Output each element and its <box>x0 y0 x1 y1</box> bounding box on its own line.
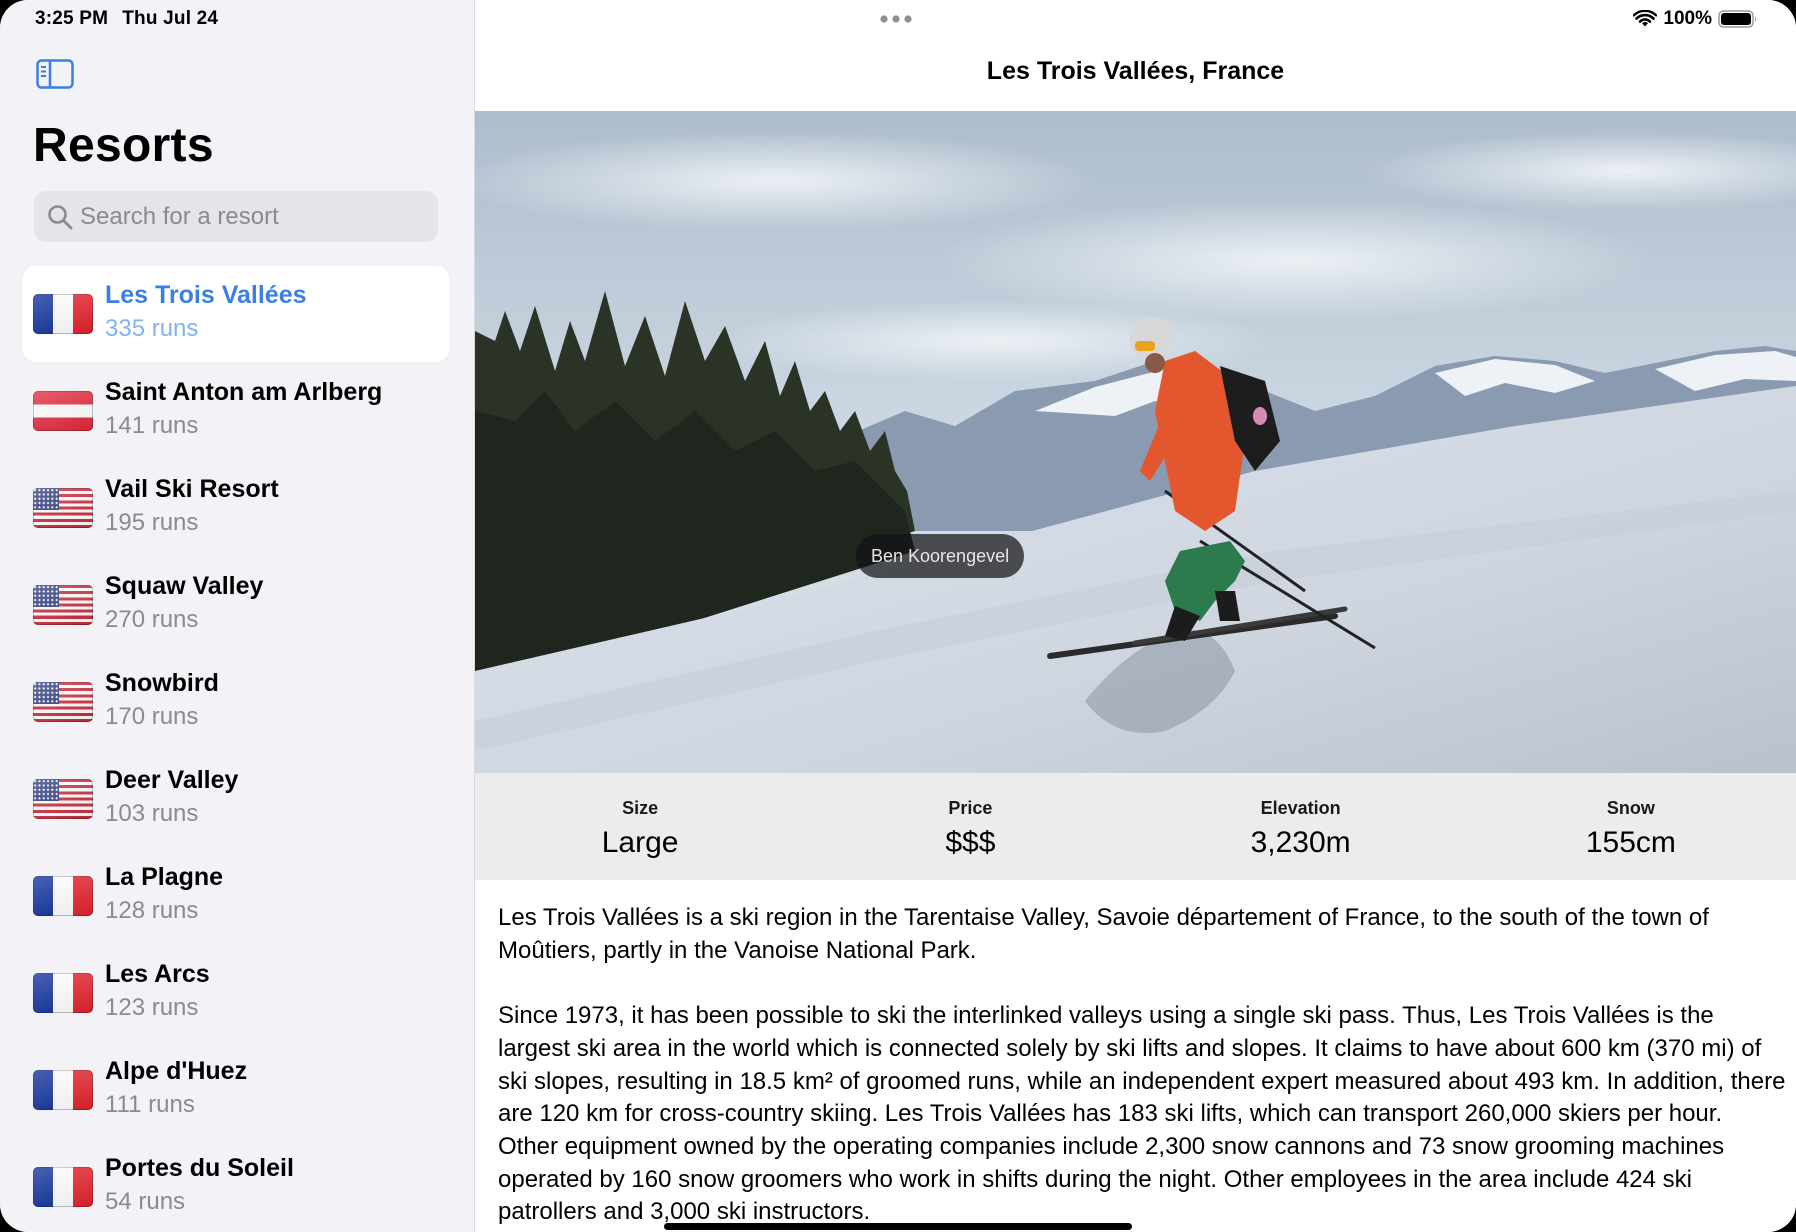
resort-runs: 128 runs <box>105 897 199 924</box>
status-time: 3:25 PM Thu Jul 24 <box>35 8 232 30</box>
resort-name: Les Arcs <box>105 960 210 988</box>
home-indicator[interactable] <box>664 1223 1132 1230</box>
battery-percentage: 100% <box>1663 8 1712 29</box>
resort-name: Alpe d'Huez <box>105 1057 248 1085</box>
stat-label: Snow <box>1606 798 1655 818</box>
resort-name: Squaw Valley <box>105 572 264 600</box>
resort-runs: 270 runs <box>105 606 199 633</box>
description-paragraph: Since 1973, it has been possible to ski … <box>498 1002 1786 1226</box>
stat-value: Large <box>601 826 679 859</box>
resort-runs: 335 runs <box>105 315 199 342</box>
resort-item-les-trois-vallees[interactable]: Les Trois Vallées 335 runs <box>0 265 474 362</box>
resort-item-snowbird[interactable]: Snowbird 170 runs <box>0 653 474 750</box>
wifi-icon <box>1633 10 1658 27</box>
search-icon <box>48 205 73 230</box>
resort-item-saint-anton[interactable]: Saint Anton am Arlberg 141 runs <box>0 362 474 459</box>
stat-label: Price <box>948 798 993 818</box>
france-flag-icon <box>33 294 93 334</box>
resort-item-portes-du-soleil[interactable]: Portes du Soleil 54 runs <box>0 1138 474 1232</box>
detail-pane: 100% Les Trois Vallées, France Ben Koore… <box>475 0 1796 1232</box>
resort-name: Snowbird <box>105 669 219 697</box>
france-flag-icon <box>33 1167 93 1207</box>
sidebar-toggle-button[interactable] <box>36 59 74 89</box>
resort-item-deer-valley[interactable]: Deer Valley 103 runs <box>0 750 474 847</box>
france-flag-icon <box>33 876 93 916</box>
france-flag-icon <box>33 973 93 1013</box>
usa-flag-icon <box>33 682 93 722</box>
ipad-screen: 3:25 PMThu Jul 24 Resorts Les T <box>0 0 1796 1232</box>
stat-value: 3,230m <box>1250 826 1351 859</box>
resort-name: Vail Ski Resort <box>105 475 279 503</box>
resort-runs: 103 runs <box>105 800 199 827</box>
stats-bar: Size Large Price $$$ Elevation 3,230m Sn… <box>475 773 1796 880</box>
resort-runs: 54 runs <box>105 1188 186 1215</box>
resort-runs: 123 runs <box>105 994 199 1021</box>
resort-item-les-arcs[interactable]: Les Arcs 123 runs <box>0 944 474 1041</box>
resort-item-la-plagne[interactable]: La Plagne 128 runs <box>0 847 474 944</box>
usa-flag-icon <box>33 585 93 625</box>
sidebar: 3:25 PMThu Jul 24 Resorts Les T <box>0 0 475 1232</box>
stat-value: $$$ <box>945 826 996 859</box>
status-indicators: 100% <box>1633 8 1758 30</box>
resort-runs: 111 runs <box>105 1091 195 1118</box>
resort-name: Les Trois Vallées <box>105 281 307 309</box>
austria-flag-icon <box>33 391 93 431</box>
status-date: Thu Jul 24 <box>122 8 219 29</box>
search-field[interactable] <box>34 191 438 242</box>
photo-credit-badge: Ben Koorengevel <box>856 534 1025 578</box>
resort-list: Les Trois Vallées 335 runs Saint Anton a… <box>0 265 474 1232</box>
battery-icon <box>1718 10 1757 28</box>
stat-label: Elevation <box>1260 798 1341 818</box>
usa-flag-icon <box>33 488 93 528</box>
resort-description: Les Trois Vallées is a ski region in the… <box>498 902 1788 1232</box>
resort-photo: Ben Koorengevel <box>475 111 1796 773</box>
stat-price: Price $$$ <box>805 773 1135 880</box>
resort-item-alpe-d-huez[interactable]: Alpe d'Huez 111 runs <box>0 1041 474 1138</box>
stat-label: Size <box>622 798 659 818</box>
description-paragraph: Les Trois Vallées is a ski region in the… <box>498 904 1709 964</box>
stat-size: Size Large <box>475 773 805 880</box>
resort-name: Saint Anton am Arlberg <box>105 378 383 406</box>
resort-item-vail[interactable]: Vail Ski Resort 195 runs <box>0 459 474 556</box>
sidebar-toggle-icon <box>36 59 74 89</box>
search-input[interactable] <box>80 191 420 242</box>
skier-photo-illustration <box>475 111 1796 773</box>
france-flag-icon <box>33 1070 93 1110</box>
resort-runs: 195 runs <box>105 509 199 536</box>
resort-name: La Plagne <box>105 863 224 891</box>
resort-runs: 141 runs <box>105 412 199 439</box>
resort-runs: 170 runs <box>105 703 199 730</box>
resort-item-squaw-valley[interactable]: Squaw Valley 270 runs <box>0 556 474 653</box>
nav-title: Les Trois Vallées, France <box>986 57 1285 85</box>
sidebar-title: Resorts <box>33 119 214 172</box>
usa-flag-icon <box>33 779 93 819</box>
stat-elevation: Elevation 3,230m <box>1136 773 1466 880</box>
resort-name: Portes du Soleil <box>105 1154 294 1182</box>
stat-value: 155cm <box>1585 826 1676 859</box>
status-clock: 3:25 PM <box>35 8 109 29</box>
stat-snow: Snow 155cm <box>1466 773 1796 880</box>
resort-name: Deer Valley <box>105 766 239 794</box>
ellipsis-icon[interactable] <box>879 14 913 24</box>
